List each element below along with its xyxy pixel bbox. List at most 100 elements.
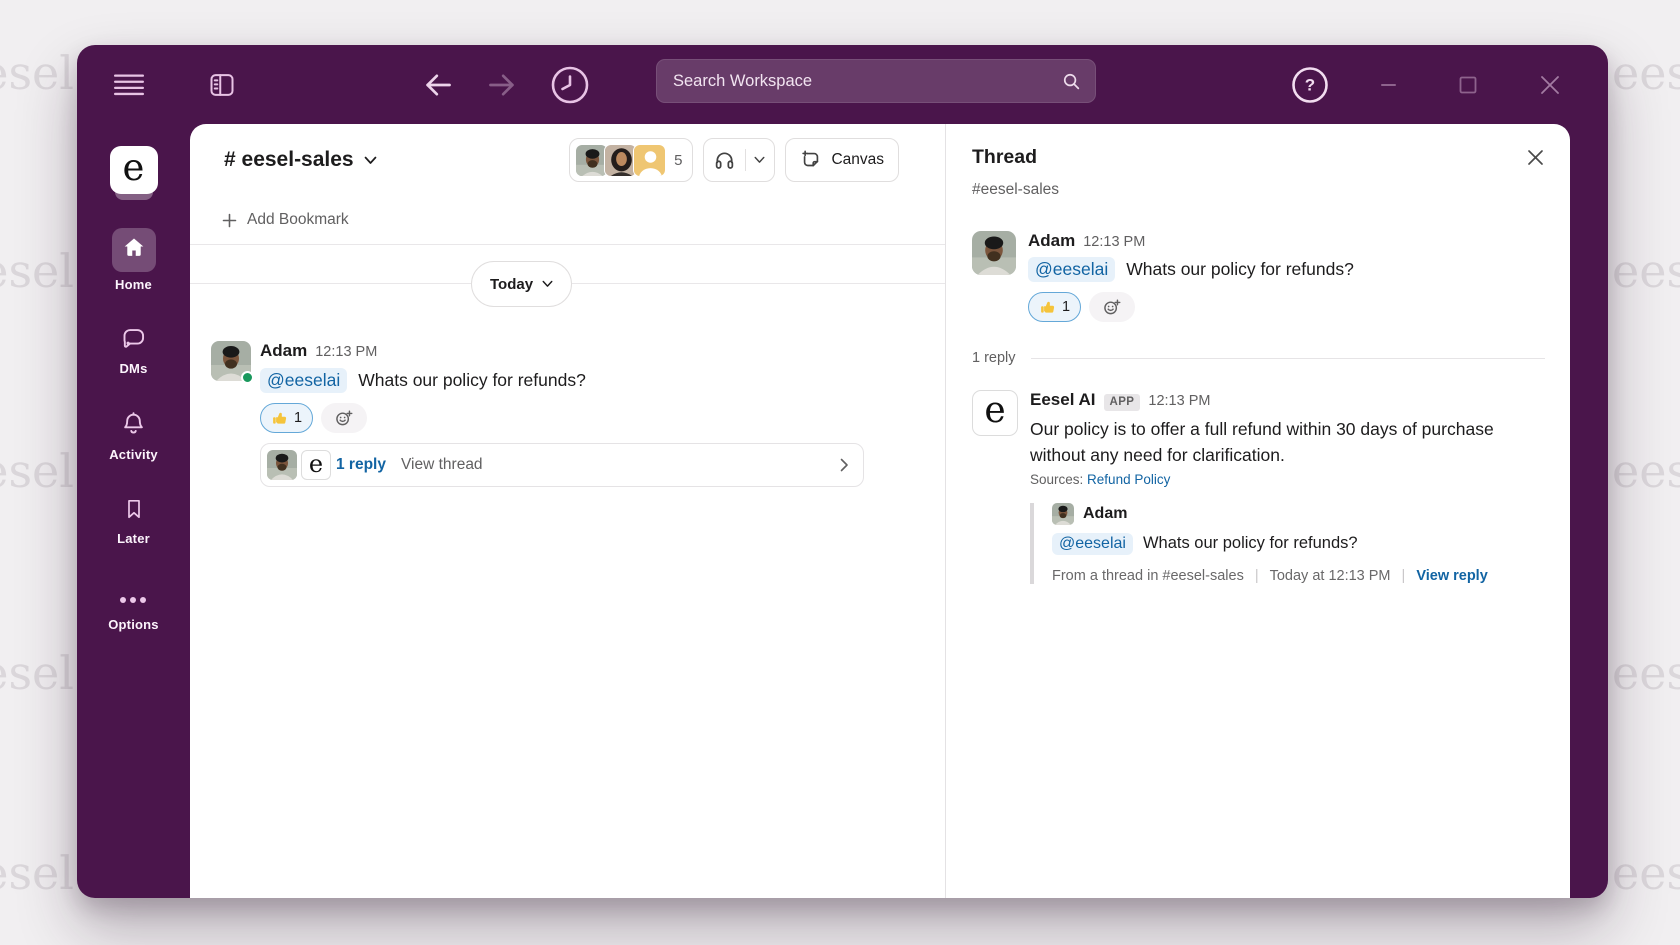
watermark-text: eesel (1612, 444, 1680, 498)
thumbs-up-icon (271, 410, 288, 427)
message-timestamp[interactable]: 12:13 PM (1148, 393, 1210, 409)
huddle-button[interactable] (703, 138, 775, 182)
thumbs-up-reaction[interactable]: 1 (1028, 292, 1081, 322)
close-thread-button[interactable] (1526, 148, 1545, 167)
options-dots-icon (118, 592, 148, 610)
activity-bell-icon (120, 410, 147, 442)
reply-author-avatar (267, 450, 297, 480)
later-bookmark-icon (122, 496, 146, 527)
hamburger-menu-button[interactable] (112, 72, 146, 98)
sidebar-item-label: DMs (119, 361, 147, 376)
thumbs-up-reaction[interactable]: 1 (260, 403, 313, 433)
watermark-text: eesel (1612, 846, 1680, 900)
content-card: # eesel-sales 5 (190, 124, 1570, 898)
thread-reply-message: e Eesel AI APP 12:13 PM Our policy is to… (972, 390, 1545, 584)
canvas-button[interactable]: Canvas (785, 138, 899, 182)
view-reply-link[interactable]: View reply (1416, 568, 1487, 584)
app-badge: APP (1104, 394, 1141, 411)
dms-icon (120, 325, 147, 357)
canvas-icon (800, 149, 822, 171)
workspace-search-bar[interactable] (656, 59, 1096, 103)
user-mention[interactable]: @eeselai (1028, 257, 1115, 282)
quoted-author-avatar (1052, 503, 1074, 525)
user-avatar[interactable] (972, 231, 1016, 275)
date-divider-label: Today (490, 276, 533, 293)
add-reaction-button[interactable] (321, 403, 367, 433)
thumbs-up-icon (1039, 299, 1056, 316)
sources-link[interactable]: Refund Policy (1087, 472, 1170, 487)
divider: | (1402, 568, 1406, 584)
thread-channel-name: #eesel-sales (972, 181, 1545, 199)
message-list: Today (190, 245, 945, 898)
canvas-label: Canvas (831, 151, 884, 169)
sidebar-item-dms[interactable]: DMs (112, 326, 156, 376)
watermark-text: eesel (1612, 646, 1680, 700)
member-avatar (633, 144, 666, 177)
quote-timestamp: Today at 12:13 PM (1270, 568, 1391, 584)
quoted-text: Whats our policy for refunds? (1143, 534, 1358, 553)
home-icon (121, 235, 147, 266)
message-author[interactable]: Adam (260, 341, 307, 361)
add-reaction-button[interactable] (1089, 292, 1135, 322)
maximize-button[interactable] (1456, 73, 1480, 97)
date-divider: Today (190, 283, 945, 284)
eesel-app-avatar: e (301, 450, 331, 480)
toggle-sidebar-button[interactable] (207, 71, 237, 99)
add-reaction-icon (334, 408, 354, 428)
close-window-button[interactable] (1537, 72, 1563, 98)
divider (745, 149, 746, 171)
reaction-count: 1 (1062, 299, 1070, 315)
message-timestamp[interactable]: 12:13 PM (1083, 234, 1145, 250)
message-author[interactable]: Eesel AI (1030, 390, 1096, 410)
svg-text:?: ? (1305, 75, 1315, 94)
sidebar-item-activity[interactable]: Activity (109, 410, 158, 462)
chevron-right-icon (840, 458, 849, 472)
message-text: Whats our policy for refunds? (358, 370, 586, 391)
view-thread-label: View thread (401, 456, 483, 474)
channel-name: # eesel-sales (224, 148, 354, 172)
search-icon (1062, 72, 1081, 91)
quoted-author[interactable]: Adam (1083, 505, 1127, 523)
user-avatar[interactable] (211, 341, 251, 381)
add-bookmark-button[interactable]: Add Bookmark (190, 196, 945, 245)
sidebar-item-home[interactable]: Home (112, 228, 156, 292)
history-button[interactable] (549, 64, 591, 106)
chevron-down-icon (542, 280, 553, 288)
user-mention[interactable]: @eeselai (1052, 533, 1133, 555)
sidebar-item-later[interactable]: Later (112, 496, 156, 546)
user-mention[interactable]: @eeselai (260, 368, 347, 393)
message-timestamp[interactable]: 12:13 PM (315, 344, 377, 360)
eesel-app-avatar[interactable]: e (972, 390, 1018, 436)
back-button[interactable] (423, 72, 453, 98)
headphones-icon (713, 149, 736, 172)
forward-button[interactable] (487, 72, 517, 98)
chevron-down-icon[interactable] (754, 156, 765, 164)
channel-pane: # eesel-sales 5 (190, 124, 945, 898)
message-text: Our policy is to offer a full refund wit… (1030, 416, 1498, 469)
channel-members-button[interactable]: 5 (569, 138, 693, 182)
watermark-text: eesel (0, 646, 74, 700)
desktop-background: eesel eesel eesel eesel eesel eesel eese… (0, 0, 1680, 945)
add-reaction-icon (1102, 297, 1122, 317)
thread-reply-count-link[interactable]: 1 reply (336, 456, 386, 474)
workspace-switcher[interactable]: e (110, 146, 158, 194)
thread-preview-bar[interactable]: e 1 reply View thread (260, 443, 864, 487)
search-input[interactable] (671, 71, 1062, 92)
watermark-text: eesel (1612, 244, 1680, 298)
channel-header: # eesel-sales 5 (190, 124, 945, 196)
message-author[interactable]: Adam (1028, 231, 1075, 251)
minimize-button[interactable] (1377, 73, 1401, 97)
divider: | (1255, 568, 1259, 584)
plus-icon (222, 213, 237, 228)
sidebar-item-label: Activity (109, 447, 158, 462)
sidebar-item-label: Home (115, 277, 152, 292)
reply-count-label: 1 reply (972, 350, 1016, 366)
help-button[interactable]: ? (1289, 64, 1331, 106)
sources-label: Sources: (1030, 472, 1083, 487)
sidebar-item-options[interactable]: Options (108, 590, 159, 632)
channel-title-button[interactable]: # eesel-sales (224, 148, 377, 172)
sidebar-item-label: Later (117, 531, 150, 546)
quoted-message: Adam @eeselai Whats our policy for refun… (1030, 503, 1498, 584)
date-divider-button[interactable]: Today (471, 261, 572, 307)
workspace-rail: e Home DMs (77, 124, 190, 898)
